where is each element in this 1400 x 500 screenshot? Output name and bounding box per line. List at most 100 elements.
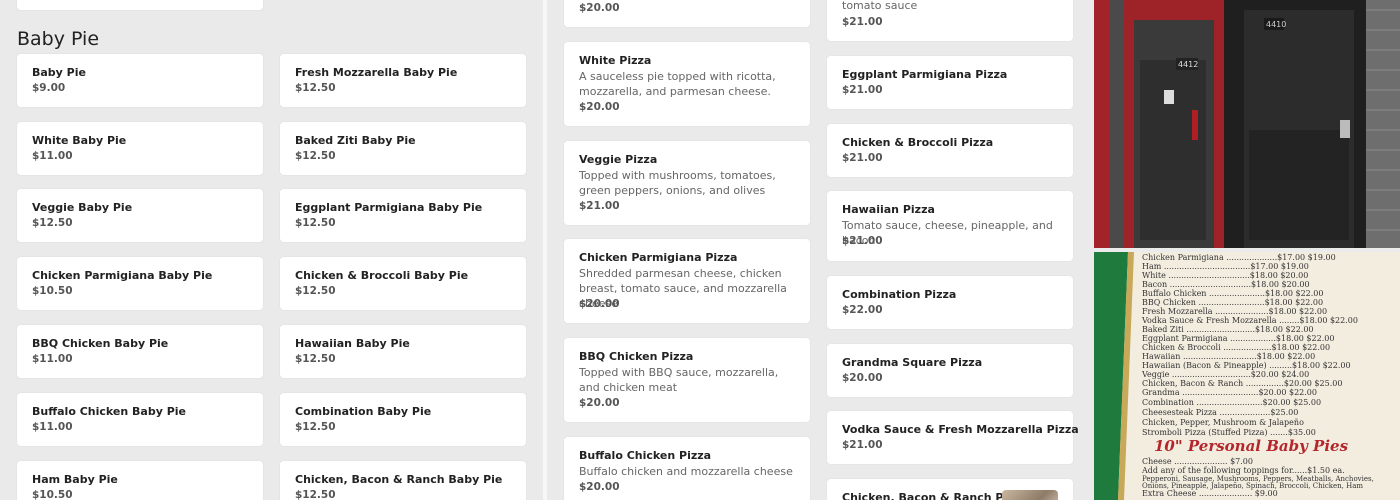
item-price: $12.50 (295, 285, 336, 297)
menu-item-card[interactable]: White Baby Pie $11.00 (17, 122, 263, 175)
item-description: Topped with BBQ sauce, mozzarella, and c… (579, 366, 779, 394)
item-price: $21.00 (842, 16, 883, 28)
item-name: Hawaiian Pizza (842, 203, 935, 216)
item-price: $20.00 (579, 481, 620, 493)
menu-board-heading: 10" Personal Baby Pies (1154, 437, 1349, 455)
item-price: $10.50 (32, 489, 73, 500)
menu-item-card[interactable]: Veggie Pizza Topped with mushrooms, toma… (564, 141, 810, 225)
menu-board-photo: Chicken Parmigiana ....................$… (1094, 252, 1400, 500)
item-name: Fresh Mozzarella Baby Pie (295, 66, 458, 79)
item-price: $12.50 (295, 82, 336, 94)
storefront-photo: 4412 4410 (1094, 0, 1400, 248)
menu-item-card[interactable]: Vodka Sauce & Fresh Mozzarella Pizza $21… (827, 411, 1079, 464)
item-price: $10.50 (32, 285, 73, 297)
menu-item-card[interactable]: Chicken Parmigiana Baby Pie $10.50 (17, 257, 263, 310)
item-description: A sauceless pie topped with ricotta, moz… (579, 70, 776, 98)
item-price: $12.50 (295, 353, 336, 365)
item-price: $20.00 (842, 372, 883, 384)
item-name: Baby Pie (32, 66, 86, 79)
item-price: $12.50 (295, 217, 336, 229)
menu-item-card[interactable]: Hawaiian Pizza Tomato sauce, cheese, pin… (827, 191, 1073, 261)
item-name: Chicken & Broccoli Pizza (842, 136, 994, 149)
svg-text:Chicken, Bacon & Ranch .......: Chicken, Bacon & Ranch ...............$2… (1142, 379, 1342, 388)
menu-item-card[interactable]: BBQ Chicken Baby Pie $11.00 (17, 325, 263, 378)
menu-board-line: Add any of the following toppings for...… (1141, 466, 1345, 475)
item-name: Grandma Square Pizza (842, 356, 983, 369)
item-name: Combination Pizza (842, 288, 957, 301)
item-price: $21.00 (842, 84, 883, 96)
svg-text:Stromboli Pizza (Stuffed Pizza: Stromboli Pizza (Stuffed Pizza) .......$… (1142, 428, 1316, 437)
svg-text:Chicken & Broccoli ...........: Chicken & Broccoli ...................$1… (1142, 343, 1330, 352)
svg-text:Vodka Sauce & Fresh Mozzarella: Vodka Sauce & Fresh Mozzarella ........$… (1141, 316, 1358, 325)
item-thumbnail (1002, 490, 1058, 500)
menu-item-card[interactable]: Chicken Parmigiana Pizza Shredded parmes… (564, 239, 810, 323)
menu-item-card[interactable]: White Pizza A sauceless pie topped with … (564, 42, 810, 126)
svg-text:Chicken, Pepper, Mushroom & Ja: Chicken, Pepper, Mushroom & Jalapeño (1142, 418, 1304, 427)
menu-item-card[interactable]: Baby Pie $9.00 (17, 54, 263, 107)
item-price: $12.50 (295, 421, 336, 433)
item-name: Ham Baby Pie (32, 473, 118, 486)
item-price: $11.00 (32, 353, 73, 365)
menu-item-card[interactable]: $20.00 (564, 0, 810, 27)
item-name: Chicken Parmigiana Pizza (579, 251, 738, 264)
svg-text:White ........................: White ................................$1… (1142, 271, 1308, 280)
svg-text:Cheesesteak Pizza ............: Cheesesteak Pizza ....................$2… (1142, 408, 1298, 417)
svg-text:Hawaiian (Bacon & Pineapple) .: Hawaiian (Bacon & Pineapple) .........$1… (1142, 361, 1351, 370)
door-number-left: 4412 (1178, 60, 1198, 69)
item-name: BBQ Chicken Pizza (579, 350, 694, 363)
menu-item-card[interactable]: Eggplant Parmigiana Baby Pie $12.50 (280, 189, 526, 242)
svg-text:Baked Ziti ...................: Baked Ziti ...........................$1… (1142, 325, 1314, 334)
item-name: BBQ Chicken Baby Pie (32, 337, 169, 350)
menu-item-card[interactable]: Chicken, Bacon & Ranch Baby Pie $12.50 (280, 461, 526, 500)
baby-pie-panel: Baby Pie Baby Pie $9.00 White Baby Pie $… (0, 0, 543, 500)
item-price: $22.00 (842, 304, 883, 316)
item-name: Veggie Pizza (579, 153, 658, 166)
menu-item-card[interactable]: Ham Baby Pie $10.50 (17, 461, 263, 500)
section-title: Baby Pie (17, 28, 100, 50)
menu-board-image: Chicken Parmigiana ....................$… (1094, 252, 1400, 500)
menu-item-card[interactable]: Chicken & Broccoli Baby Pie $12.50 (280, 257, 526, 310)
item-price: $21.00 (842, 152, 883, 164)
item-name: Eggplant Parmigiana Pizza (842, 68, 1008, 81)
menu-item-card[interactable]: Buffalo Chicken Baby Pie $11.00 (17, 393, 263, 446)
item-price: $11.00 (32, 150, 73, 162)
menu-item-card[interactable]: Combination Pizza $22.00 (827, 276, 1073, 329)
menu-item-card[interactable]: Chicken & Broccoli Pizza $21.00 (827, 124, 1073, 177)
svg-text:Ham ..........................: Ham ..................................$1… (1142, 262, 1309, 271)
svg-text:Grandma ......................: Grandma ..............................$2… (1142, 388, 1317, 397)
menu-item-card[interactable]: Baked Ziti Baby Pie $12.50 (280, 122, 526, 175)
svg-text:Hawaiian .....................: Hawaiian .............................$1… (1142, 352, 1315, 361)
door-number-right: 4410 (1266, 20, 1286, 29)
svg-text:Veggie .......................: Veggie ...............................$2… (1141, 370, 1309, 379)
menu-item-card[interactable]: Combination Baby Pie $12.50 (280, 393, 526, 446)
pizza-panel: $20.00 White Pizza A sauceless pie toppe… (547, 0, 1090, 500)
item-name: Veggie Baby Pie (32, 201, 133, 214)
svg-text:Chicken Parmigiana ...........: Chicken Parmigiana ....................$… (1142, 253, 1336, 262)
menu-item-card[interactable]: Buffalo Chicken Pizza Buffalo chicken an… (564, 437, 810, 500)
svg-text:BBQ Chicken ..................: BBQ Chicken ..........................$1… (1142, 298, 1323, 307)
item-description: Topped with mushrooms, tomatoes, green p… (579, 169, 776, 197)
item-name: Chicken & Broccoli Baby Pie (295, 269, 469, 282)
item-name: White Baby Pie (32, 134, 127, 147)
item-price: $9.00 (32, 82, 66, 94)
menu-board-line: Extra Cheese ..................... $9.00 (1142, 489, 1278, 498)
item-price: $12.50 (295, 489, 336, 500)
item-description: tomato sauce (842, 0, 918, 12)
svg-text:Fresh Mozzarella .............: Fresh Mozzarella .....................$1… (1142, 307, 1327, 316)
menu-item-card[interactable]: Grandma Square Pizza $20.00 (827, 344, 1073, 397)
menu-item-card[interactable]: Veggie Baby Pie $12.50 (17, 189, 263, 242)
menu-board-line: Cheese ..................... $7.00 (1142, 457, 1253, 466)
item-name: Chicken, Bacon & Ranch Pizza (842, 491, 1028, 500)
menu-item-card[interactable]: Fresh Mozzarella Baby Pie $12.50 (280, 54, 526, 107)
menu-item-card[interactable]: tomato sauce $21.00 (827, 0, 1073, 41)
menu-item-card[interactable]: Chicken, Bacon & Ranch Pizza (827, 479, 1073, 500)
item-price: $12.50 (32, 217, 73, 229)
menu-item-card[interactable]: BBQ Chicken Pizza Topped with BBQ sauce,… (564, 338, 810, 422)
item-name: Baked Ziti Baby Pie (295, 134, 416, 147)
menu-item-card[interactable]: Eggplant Parmigiana Pizza $21.00 (827, 56, 1073, 109)
menu-item-card[interactable]: Hawaiian Baby Pie $12.50 (280, 325, 526, 378)
item-price: $20.00 (579, 2, 620, 14)
item-name: Chicken, Bacon & Ranch Baby Pie (295, 473, 503, 486)
svg-text:Bacon ........................: Bacon ................................$1… (1142, 280, 1310, 289)
menu-item-card-partial[interactable] (17, 0, 263, 10)
